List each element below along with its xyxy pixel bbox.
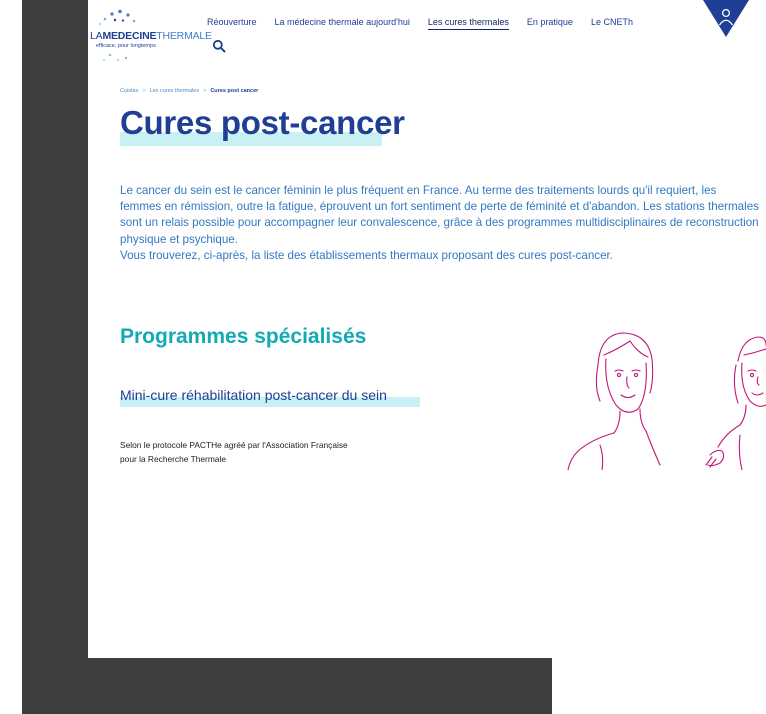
nav-item-cneth[interactable]: Le CNETh [591,17,633,30]
breadcrumb-item-current: Cures post cancer [210,88,259,94]
section-title: Programmes spécialisés [120,325,367,348]
logo-brand-right: THERMALE [156,30,212,42]
intro-line: Vous trouverez, ci-après, la liste des é… [120,248,613,262]
intro-paragraph: Le cancer du sein est le cancer féminin … [120,184,759,246]
breadcrumb: Cuistas > Les cures thermales > Cures post c… [120,88,258,94]
search-icon[interactable] [212,39,226,53]
logo-brand-bold: MEDECINE [102,30,157,42]
intro-text: Le cancer du sein est le cancer féminin … [120,183,760,264]
breadcrumb-item-home[interactable]: Cuistas [120,88,138,94]
women-illustration-icon [567,332,766,470]
breadcrumb-item-cures[interactable]: Les cures thermales [150,88,200,94]
subsection-title-wrap: Mini-cure réhabilitation post-cancer du … [120,387,420,407]
protocol-line-2: pour la Recherche Thermale [120,454,226,464]
main-nav: Réouverture La médecine thermale aujourd… [207,17,633,30]
logo-tagline: efficace, pour longtemps [96,43,156,49]
nav-item-cures-thermales[interactable]: Les cures thermales [427,17,509,30]
nav-item-en-pratique[interactable]: En pratique [527,17,573,30]
nav-item-medecine-thermale[interactable]: La médecine thermale aujourd'hui [275,17,410,30]
user-icon[interactable] [703,0,749,38]
breadcrumb-separator-icon: > [203,88,207,94]
nav-item-reouverture[interactable]: Réouverture [207,17,257,30]
logo-brand-left: LA [90,30,103,42]
breadcrumb-separator-icon: > [142,88,146,94]
protocol-line-1: Selon le protocole PACTHe agréé par l'As… [120,440,348,450]
subsection-title[interactable]: Mini-cure réhabilitation post-cancer du … [120,387,387,403]
site-logo[interactable]: LAMEDECINETHERMALE efficace, pour longte… [90,8,212,64]
page-title: Cures post-cancer [120,104,405,141]
dark-frame-left [22,0,88,714]
dark-frame-bottom [22,658,552,714]
logo-brand: LAMEDECINETHERMALE [90,30,212,42]
page-title-wrap: Cures post-cancer [120,104,405,146]
protocol-text: Selon le protocole PACTHe agréé par l'As… [120,438,410,466]
